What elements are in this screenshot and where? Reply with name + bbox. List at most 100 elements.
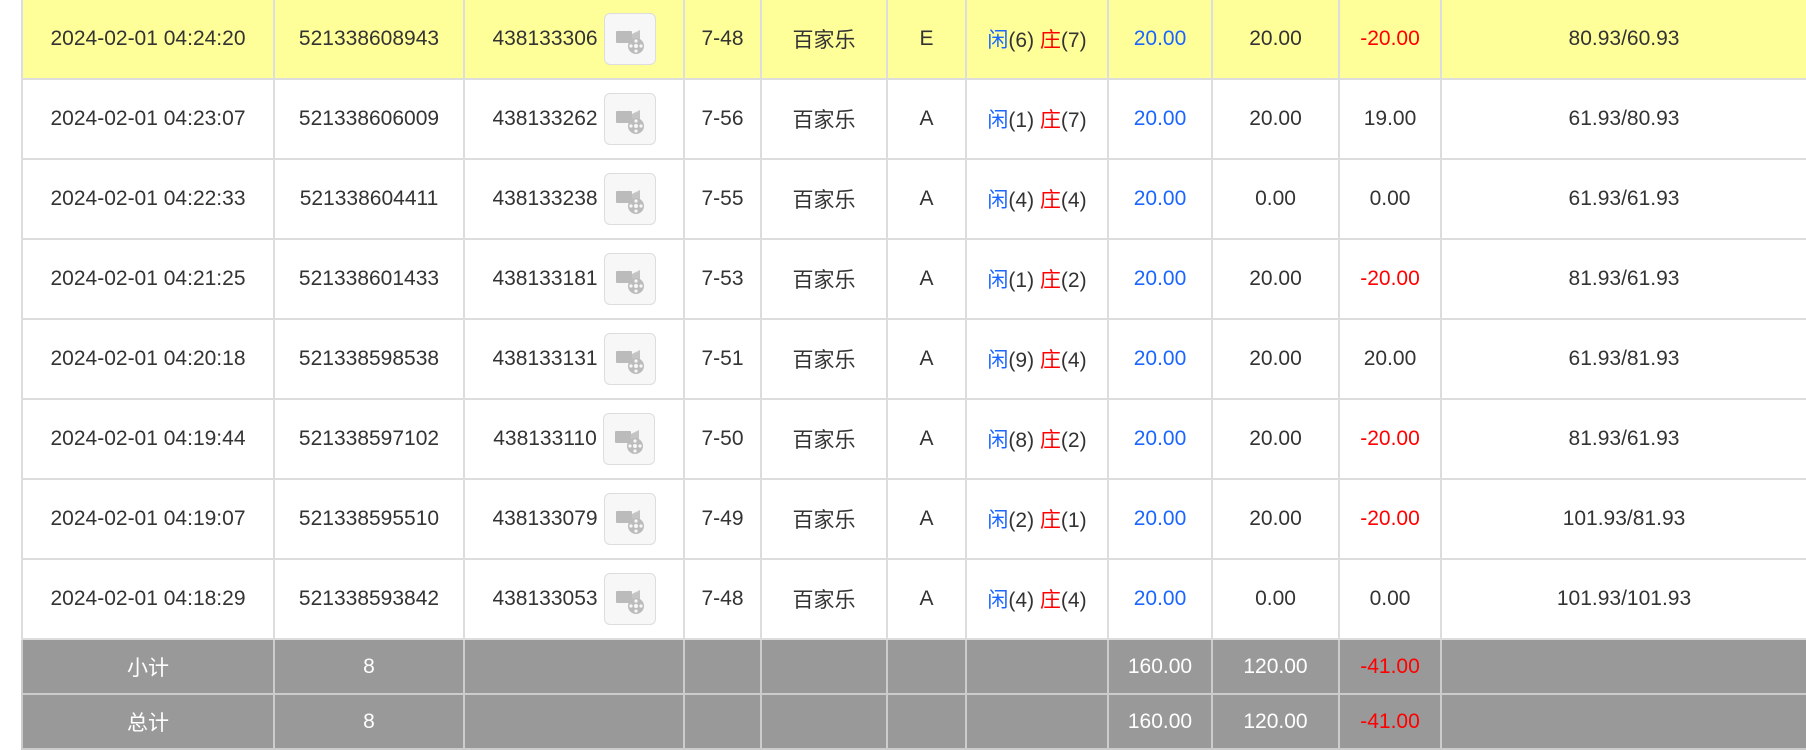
player-value: (1) <box>1008 109 1035 132</box>
bet-time: 2024-02-01 04:20:18 <box>21 318 275 400</box>
shoe-round: 7-48 <box>683 558 762 640</box>
result-cell: 闲(4) 庄(4) <box>965 558 1109 640</box>
summary-count: 8 <box>273 693 465 750</box>
empty-cell <box>886 638 967 695</box>
video-replay-icon[interactable] <box>603 173 656 225</box>
table-row: 2024-02-01 04:24:20 521338608943 4381333… <box>21 0 1806 80</box>
empty-cell <box>760 638 888 695</box>
game-name: 百家乐 <box>760 158 888 240</box>
balance-change: 101.93/81.93 <box>1440 478 1806 560</box>
empty-cell <box>463 693 685 750</box>
summary-win: -41.00 <box>1338 693 1442 750</box>
win-amount: 0.00 <box>1338 558 1442 640</box>
video-replay-icon[interactable] <box>603 333 656 385</box>
bet-id: 521338606009 <box>273 78 465 160</box>
player-value: (6) <box>1008 29 1035 52</box>
round-id: 438133110 <box>493 427 597 450</box>
player-label: 闲 <box>987 429 1009 452</box>
banker-value: (4) <box>1060 589 1087 612</box>
game-name: 百家乐 <box>760 0 888 80</box>
bet-time: 2024-02-01 04:24:20 <box>21 0 275 80</box>
table-row: 2024-02-01 04:22:33 521338604411 4381332… <box>21 158 1806 240</box>
table-row: 2024-02-01 04:21:25 521338601433 4381331… <box>21 238 1806 320</box>
player-value: (4) <box>1008 189 1035 212</box>
round-id-cell: 438133262 <box>463 78 685 160</box>
summary-label: 总计 <box>21 693 275 750</box>
win-amount: -20.00 <box>1338 0 1442 80</box>
player-label: 闲 <box>987 269 1009 292</box>
banker-label: 庄 <box>1039 189 1061 212</box>
empty-cell <box>1440 638 1806 695</box>
result-cell: 闲(9) 庄(4) <box>965 318 1109 400</box>
balance-change: 101.93/101.93 <box>1440 558 1806 640</box>
bet-amount: 20.00 <box>1107 0 1213 80</box>
valid-amount: 20.00 <box>1211 78 1340 160</box>
shoe-round: 7-50 <box>683 398 762 480</box>
game-name: 百家乐 <box>760 398 888 480</box>
summary-valid: 120.00 <box>1211 693 1340 750</box>
bet-amount: 20.00 <box>1107 478 1213 560</box>
bet-amount: 20.00 <box>1107 238 1213 320</box>
table-row: 2024-02-01 04:23:07 521338606009 4381332… <box>21 78 1806 160</box>
round-id: 438133181 <box>492 267 598 290</box>
video-replay-icon[interactable] <box>603 253 656 305</box>
summary-valid: 120.00 <box>1211 638 1340 695</box>
win-amount: -20.00 <box>1338 478 1442 560</box>
table-name: A <box>886 478 967 560</box>
video-replay-icon[interactable] <box>603 93 656 145</box>
round-id-cell: 438133181 <box>463 238 685 320</box>
player-label: 闲 <box>987 509 1009 532</box>
summary-bet: 160.00 <box>1107 638 1213 695</box>
shoe-round: 7-55 <box>683 158 762 240</box>
bet-time: 2024-02-01 04:18:29 <box>21 558 275 640</box>
table-row: 2024-02-01 04:20:18 521338598538 4381331… <box>21 318 1806 400</box>
table-name: A <box>886 398 967 480</box>
win-amount: 0.00 <box>1338 158 1442 240</box>
win-amount: 20.00 <box>1338 318 1442 400</box>
round-id-cell: 438133238 <box>463 158 685 240</box>
shoe-round: 7-53 <box>683 238 762 320</box>
player-label: 闲 <box>987 189 1009 212</box>
round-id-cell: 438133110 <box>463 398 685 480</box>
banker-label: 庄 <box>1039 589 1061 612</box>
bet-amount: 20.00 <box>1107 78 1213 160</box>
bet-records-body: 2024-02-01 04:24:20 521338608943 4381333… <box>21 0 1806 750</box>
game-name: 百家乐 <box>760 238 888 320</box>
bet-amount: 20.00 <box>1107 398 1213 480</box>
table-name: A <box>886 318 967 400</box>
player-value: (4) <box>1008 589 1035 612</box>
banker-label: 庄 <box>1039 509 1061 532</box>
table-name: A <box>886 238 967 320</box>
video-replay-icon[interactable] <box>602 413 655 465</box>
bet-id: 521338608943 <box>273 0 465 80</box>
valid-amount: 0.00 <box>1211 158 1340 240</box>
total-row: 总计 8 160.00 120.00 -41.00 <box>21 693 1806 750</box>
table-row: 2024-02-01 04:19:07 521338595510 4381330… <box>21 478 1806 560</box>
bet-id: 521338597102 <box>273 398 465 480</box>
video-replay-icon[interactable] <box>603 493 656 545</box>
bet-amount: 20.00 <box>1107 318 1213 400</box>
player-value: (1) <box>1008 269 1035 292</box>
result-cell: 闲(8) 庄(2) <box>965 398 1109 480</box>
bet-id: 521338593842 <box>273 558 465 640</box>
empty-cell <box>463 638 685 695</box>
round-id-cell: 438133079 <box>463 478 685 560</box>
bet-id: 521338598538 <box>273 318 465 400</box>
valid-amount: 20.00 <box>1211 238 1340 320</box>
banker-value: (7) <box>1060 29 1087 52</box>
video-replay-icon[interactable] <box>603 13 656 65</box>
valid-amount: 0.00 <box>1211 558 1340 640</box>
player-value: (9) <box>1008 349 1035 372</box>
video-replay-icon[interactable] <box>603 573 656 625</box>
win-amount: -20.00 <box>1338 238 1442 320</box>
player-value: (8) <box>1008 429 1035 452</box>
banker-label: 庄 <box>1039 349 1061 372</box>
table-row: 2024-02-01 04:19:44 521338597102 4381331… <box>21 398 1806 480</box>
empty-cell <box>1440 693 1806 750</box>
bet-records-table-wrap: 2024-02-01 04:24:20 521338608943 4381333… <box>21 0 1806 750</box>
balance-change: 61.93/80.93 <box>1440 78 1806 160</box>
balance-change: 61.93/61.93 <box>1440 158 1806 240</box>
shoe-round: 7-51 <box>683 318 762 400</box>
bet-amount: 20.00 <box>1107 158 1213 240</box>
banker-label: 庄 <box>1039 29 1061 52</box>
